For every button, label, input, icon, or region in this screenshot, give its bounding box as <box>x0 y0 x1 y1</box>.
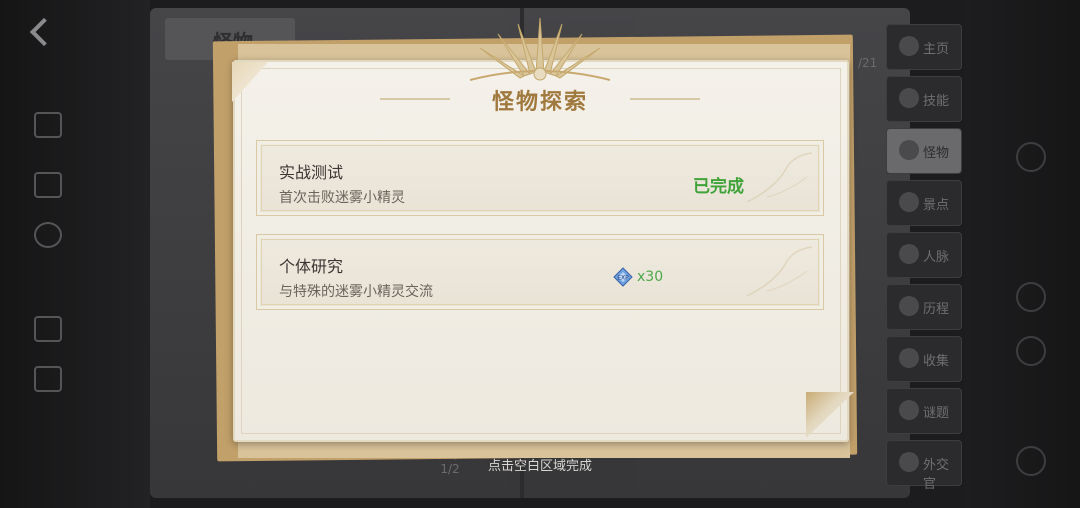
person-icon <box>34 316 62 342</box>
sidebar-item-contacts[interactable]: 人脉 <box>886 232 962 278</box>
task-description: 与特殊的迷雾小精灵交流 <box>279 284 433 300</box>
menu-icon[interactable] <box>1016 142 1046 172</box>
diplomat-icon <box>899 452 919 472</box>
flag-icon <box>34 172 62 198</box>
close-hint[interactable]: 点击空白区域完成 <box>440 455 640 474</box>
collection-icon <box>899 348 919 368</box>
sidebar-item-puzzles[interactable]: 谜题 <box>886 388 962 434</box>
horse-icon <box>1016 336 1046 366</box>
refresh-icon[interactable] <box>1016 446 1046 476</box>
background-page-number: /21 <box>858 56 878 70</box>
sidebar-item-sights[interactable]: 景点 <box>886 180 962 226</box>
monster-icon <box>899 140 919 160</box>
task-name: 个体研究 <box>279 257 344 276</box>
dialog-title: 怪物探索 <box>491 90 588 115</box>
background-sidebar: 主页 技能 怪物 景点 人脉 历程 收集 谜题 外交官 <box>886 24 962 494</box>
background-right-edge <box>965 0 1080 508</box>
quill-icon <box>34 112 62 138</box>
task-card: 实战测试 首次击败迷雾小精灵 已完成 <box>256 140 824 216</box>
skills-icon <box>899 88 919 108</box>
contacts-icon <box>899 244 919 264</box>
task-description: 首次击败迷雾小精灵 <box>279 190 405 206</box>
reward-quantity: x30 <box>637 269 664 285</box>
background-left-panel <box>0 0 150 508</box>
task-name: 实战测试 <box>279 163 344 182</box>
sights-icon <box>899 192 919 212</box>
sidebar-item-skills[interactable]: 技能 <box>886 76 962 122</box>
crest-ornament-icon <box>469 17 611 81</box>
sidebar-item-home[interactable]: 主页 <box>886 24 962 70</box>
exp-crystal-icon: EXP <box>613 267 633 287</box>
svg-text:EXP: EXP <box>617 275 629 282</box>
sidebar-item-monster[interactable]: 怪物 <box>886 128 962 174</box>
title-flourish-right-icon <box>630 98 700 100</box>
back-arrow-icon[interactable] <box>28 18 62 46</box>
sidebar-item-history[interactable]: 历程 <box>886 284 962 330</box>
target-icon <box>34 222 62 248</box>
home-icon <box>899 36 919 56</box>
sidebar-item-diplomat[interactable]: 外交官 <box>886 440 962 492</box>
task-card: 个体研究 与特殊的迷雾小精灵交流 EXP x30 <box>256 234 824 310</box>
puzzle-icon <box>899 400 919 420</box>
vine-ornament-icon <box>746 152 813 203</box>
wing-icon <box>1016 282 1046 312</box>
vine-ornament-icon <box>746 246 813 297</box>
sidebar-item-collection[interactable]: 收集 <box>886 336 962 382</box>
task-status-completed: 已完成 <box>693 177 744 197</box>
history-icon <box>899 296 919 316</box>
portrait-icon <box>34 366 62 392</box>
